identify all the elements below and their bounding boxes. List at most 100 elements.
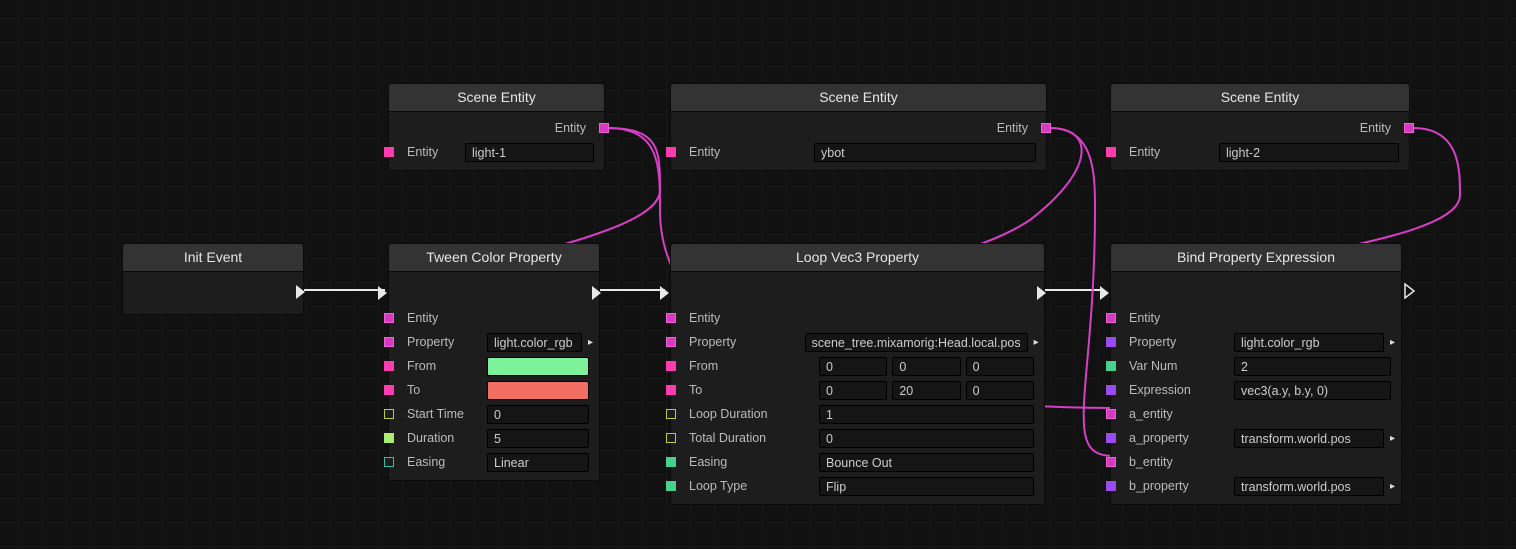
chevron-right-icon[interactable]: ▸	[1390, 337, 1395, 348]
property-port[interactable]	[666, 337, 676, 347]
entity-value-field[interactable]: ybot	[814, 143, 1036, 162]
output-label: Entity	[555, 121, 604, 135]
a-entity-port[interactable]	[1106, 409, 1116, 419]
entity-value-field[interactable]: light-2	[1219, 143, 1399, 162]
property-port[interactable]	[384, 337, 394, 347]
property-field[interactable]: light.color_rgb	[487, 333, 582, 352]
expression-field[interactable]: vec3(a.y, b.y, 0)	[1234, 381, 1391, 400]
node-init-event[interactable]: Init Event	[122, 243, 304, 315]
node-scene-entity-3[interactable]: Scene Entity Entity Entity light-2	[1110, 83, 1410, 171]
flow-out-port[interactable]	[1037, 286, 1046, 300]
to-port[interactable]	[384, 385, 394, 395]
output-label: Entity	[997, 121, 1046, 135]
node-title: Scene Entity	[671, 84, 1046, 112]
easing-label: Easing	[671, 455, 819, 469]
to-port[interactable]	[666, 385, 676, 395]
property-label: Property	[389, 335, 487, 349]
chevron-right-icon[interactable]: ▸	[1034, 337, 1039, 348]
loop-type-label: Loop Type	[671, 479, 819, 493]
from-color-swatch[interactable]	[487, 357, 589, 376]
to-color-swatch[interactable]	[487, 381, 589, 400]
node-title: Scene Entity	[389, 84, 604, 112]
flow-out-port[interactable]	[1404, 283, 1415, 299]
from-x-field[interactable]: 0	[819, 357, 887, 376]
node-title: Init Event	[123, 244, 303, 272]
loop-duration-field[interactable]: 1	[819, 405, 1034, 424]
duration-port[interactable]	[384, 433, 394, 443]
total-duration-port[interactable]	[666, 433, 676, 443]
node-scene-entity-1[interactable]: Scene Entity Entity Entity light-1	[388, 83, 605, 171]
node-loop-vec3-property[interactable]: Loop Vec3 Property Entity Property scene…	[670, 243, 1045, 505]
easing-label: Easing	[389, 455, 487, 469]
chevron-right-icon[interactable]: ▸	[1390, 433, 1395, 444]
a-property-field[interactable]: transform.world.pos	[1234, 429, 1384, 448]
flow-in-port[interactable]	[660, 286, 669, 300]
input-label: Entity	[671, 145, 814, 159]
start-time-field[interactable]: 0	[487, 405, 589, 424]
node-graph-canvas[interactable]: Init Event Scene Entity Entity Entity li…	[0, 0, 1516, 549]
node-title: Scene Entity	[1111, 84, 1409, 112]
to-z-field[interactable]: 0	[966, 381, 1034, 400]
entity-value-field[interactable]: light-1	[465, 143, 594, 162]
var-num-port[interactable]	[1106, 361, 1116, 371]
duration-field[interactable]: 5	[487, 429, 589, 448]
entity-input-port[interactable]	[1106, 147, 1116, 157]
start-time-port[interactable]	[384, 409, 394, 419]
total-duration-field[interactable]: 0	[819, 429, 1034, 448]
a-property-label: a_property	[1111, 431, 1234, 445]
node-bind-property-expression[interactable]: Bind Property Expression Entity Property…	[1110, 243, 1402, 505]
to-label: To	[671, 383, 819, 397]
chevron-right-icon[interactable]: ▸	[588, 337, 593, 348]
property-port[interactable]	[1106, 337, 1116, 347]
easing-field[interactable]: Linear	[487, 453, 589, 472]
node-scene-entity-2[interactable]: Scene Entity Entity Entity ybot	[670, 83, 1047, 171]
from-y-field[interactable]: 0	[892, 357, 960, 376]
b-property-field[interactable]: transform.world.pos	[1234, 477, 1384, 496]
flow-out-port[interactable]	[592, 286, 601, 300]
easing-port[interactable]	[384, 457, 394, 467]
entity-output-port[interactable]	[599, 123, 609, 133]
entity-port[interactable]	[666, 313, 676, 323]
node-tween-color-property[interactable]: Tween Color Property Entity Property lig…	[388, 243, 600, 481]
loop-duration-port[interactable]	[666, 409, 676, 419]
total-duration-label: Total Duration	[671, 431, 819, 445]
from-port[interactable]	[666, 361, 676, 371]
loop-type-port[interactable]	[666, 481, 676, 491]
a-property-port[interactable]	[1106, 433, 1116, 443]
flow-in-port[interactable]	[1100, 286, 1109, 300]
property-label: Property	[671, 335, 805, 349]
loop-type-field[interactable]: Flip	[819, 477, 1034, 496]
entity-port[interactable]	[1106, 313, 1116, 323]
input-label: Entity	[389, 145, 465, 159]
from-label: From	[671, 359, 819, 373]
to-x-field[interactable]: 0	[819, 381, 887, 400]
flow-in-port[interactable]	[378, 286, 387, 300]
entity-input-port[interactable]	[666, 147, 676, 157]
flow-out-port[interactable]	[296, 285, 305, 299]
var-num-label: Var Num	[1111, 359, 1234, 373]
input-label: Entity	[1111, 145, 1219, 159]
to-label: To	[389, 383, 487, 397]
node-title: Bind Property Expression	[1111, 244, 1401, 272]
property-field[interactable]: light.color_rgb	[1234, 333, 1384, 352]
property-field[interactable]: scene_tree.mixamorig:Head.local.pos	[805, 333, 1028, 352]
from-port[interactable]	[384, 361, 394, 371]
b-entity-port[interactable]	[1106, 457, 1116, 467]
var-num-field[interactable]: 2	[1234, 357, 1391, 376]
expression-port[interactable]	[1106, 385, 1116, 395]
entity-output-port[interactable]	[1404, 123, 1414, 133]
b-property-port[interactable]	[1106, 481, 1116, 491]
chevron-right-icon[interactable]: ▸	[1390, 481, 1395, 492]
easing-port[interactable]	[666, 457, 676, 467]
expression-label: Expression	[1111, 383, 1234, 397]
from-label: From	[389, 359, 487, 373]
easing-field[interactable]: Bounce Out	[819, 453, 1034, 472]
from-z-field[interactable]: 0	[966, 357, 1034, 376]
start-time-label: Start Time	[389, 407, 487, 421]
entity-output-port[interactable]	[1041, 123, 1051, 133]
to-y-field[interactable]: 20	[892, 381, 960, 400]
node-title: Tween Color Property	[389, 244, 599, 272]
duration-label: Duration	[389, 431, 487, 445]
entity-input-port[interactable]	[384, 147, 394, 157]
entity-port[interactable]	[384, 313, 394, 323]
